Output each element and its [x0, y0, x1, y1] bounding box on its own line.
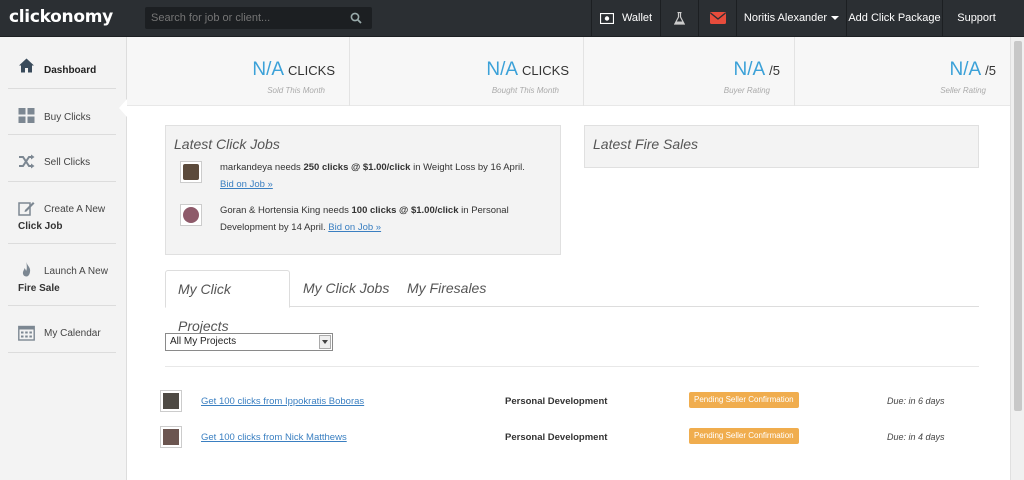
- status-badge: Pending Seller Confirmation: [689, 428, 799, 444]
- sidebar-item-sublabel: Fire Sale: [18, 283, 60, 294]
- latest-fire-sales-panel: Latest Fire Sales: [584, 125, 979, 168]
- sidebar-item-buy-clicks[interactable]: Buy Clicks: [8, 89, 116, 135]
- bid-on-job-link[interactable]: Bid on Job »: [328, 222, 381, 233]
- stats-bar: N/A CLICKS Sold This Month N/A CLICKS Boug…: [127, 37, 1010, 106]
- wallet-button[interactable]: Wallet: [591, 0, 660, 37]
- stat-value: N/A: [252, 59, 285, 80]
- stat-unit: /5: [769, 63, 780, 78]
- stat-caption: Bought This Month: [491, 86, 559, 95]
- sidebar-item-create-click-job[interactable]: Create A New Click Job: [8, 182, 116, 244]
- stat-value: N/A: [486, 59, 519, 80]
- stat-unit: CLICKS: [522, 63, 569, 78]
- search-box: [145, 7, 372, 29]
- list-item: Goran & Hortensia King needs 100 clicks …: [180, 202, 550, 242]
- sidebar-item-label: Sell Clicks: [44, 157, 91, 168]
- sidebar-item-launch-fire-sale[interactable]: Launch A New Fire Sale: [8, 244, 116, 306]
- stat-value: N/A: [949, 59, 982, 80]
- sidebar-item-label: Launch A New: [44, 266, 108, 277]
- project-link[interactable]: Get 100 clicks from Nick Matthews: [201, 432, 347, 443]
- avatar[interactable]: [160, 390, 182, 412]
- select-value: All My Projects: [170, 336, 237, 347]
- due-date: Due: in 6 days: [887, 396, 945, 406]
- support-link[interactable]: Support: [942, 0, 1010, 37]
- status-badge: Pending Seller Confirmation: [689, 392, 799, 408]
- logo[interactable]: clickonomy: [9, 7, 113, 27]
- project-filter-select[interactable]: All My Projects: [165, 333, 333, 351]
- user-name: Noritis Alexander: [743, 12, 828, 24]
- job-amount: 250 clicks @ $1.00/click: [303, 162, 411, 173]
- chevron-down-icon: [831, 16, 840, 21]
- panel-title: Latest Fire Sales: [593, 136, 699, 152]
- stat-clicks-sold: N/A CLICKS Sold This Month: [127, 37, 350, 106]
- top-navbar: clickonomy Wallet Noritis Alexander Add …: [0, 0, 1024, 37]
- flask-icon: [673, 11, 686, 25]
- avatar[interactable]: [180, 204, 202, 226]
- tab-my-click-jobs[interactable]: My Click Jobs: [291, 270, 401, 307]
- project-category: Personal Development: [505, 432, 608, 443]
- fire-icon: [22, 262, 31, 277]
- latest-click-jobs-panel: Latest Click Jobs markandeya needs 250 c…: [165, 125, 561, 255]
- sidebar-item-sell-clicks[interactable]: Sell Clicks: [8, 135, 116, 182]
- stat-unit: /5: [985, 63, 996, 78]
- grid-icon: [18, 108, 35, 123]
- shuffle-icon: [19, 154, 35, 169]
- mail-icon: [709, 12, 726, 25]
- project-link[interactable]: Get 100 clicks from Ippokratis Boboras: [201, 396, 364, 407]
- stat-buyer-rating: N/A/5 Buyer Rating: [584, 37, 795, 106]
- stat-seller-rating: N/A/5 Seller Rating: [795, 37, 1010, 106]
- home-icon: [19, 58, 34, 73]
- sidebar: Dashboard Buy Clicks Sell Clicks Create …: [0, 37, 127, 480]
- sidebar-item-label: Dashboard: [44, 65, 97, 76]
- table-row: Get 100 clicks from Nick Matthews Person…: [160, 426, 980, 450]
- stat-caption: Buyer Rating: [723, 86, 770, 95]
- stat-unit: CLICKS: [288, 63, 335, 78]
- project-category: Personal Development: [505, 396, 608, 407]
- add-click-package-button[interactable]: Add Click Package: [846, 0, 942, 37]
- labs-button[interactable]: [660, 0, 698, 37]
- scrollbar[interactable]: [1010, 37, 1024, 480]
- job-user: markandeya: [220, 162, 273, 173]
- sidebar-item-sublabel: Click Job: [18, 221, 63, 232]
- search-icon[interactable]: [350, 12, 362, 24]
- divider: [165, 366, 979, 367]
- sidebar-item-label: Buy Clicks: [44, 112, 91, 123]
- job-user: Goran & Hortensia King: [220, 205, 321, 216]
- list-item: markandeya needs 250 clicks @ $1.00/clic…: [180, 159, 550, 199]
- table-row: Get 100 clicks from Ippokratis Boboras P…: [160, 390, 980, 414]
- tab-my-firesales[interactable]: My Firesales: [395, 270, 498, 307]
- stat-caption: Sold This Month: [267, 86, 325, 95]
- messages-button[interactable]: [698, 0, 736, 37]
- sidebar-item-label: My Calendar: [44, 328, 101, 339]
- job-amount: 100 clicks @ $1.00/click: [351, 205, 459, 216]
- tab-my-click-projects[interactable]: My Click Projects: [165, 270, 290, 334]
- calendar-icon: [18, 325, 35, 341]
- chevron-down-icon[interactable]: [319, 335, 331, 349]
- stat-value: N/A: [733, 59, 766, 80]
- job-text: needs: [320, 205, 352, 216]
- sidebar-item-my-calendar[interactable]: My Calendar: [8, 306, 116, 353]
- job-details: in Weight Loss by 16 April.: [410, 162, 525, 173]
- job-text: needs: [272, 162, 304, 173]
- sidebar-item-dashboard[interactable]: Dashboard: [8, 37, 116, 89]
- edit-icon: [18, 202, 35, 216]
- avatar[interactable]: [160, 426, 182, 448]
- bid-on-job-link[interactable]: Bid on Job »: [220, 179, 273, 190]
- wallet-icon: [599, 12, 614, 24]
- wallet-label: Wallet: [621, 12, 653, 24]
- search-input[interactable]: [145, 7, 345, 29]
- stat-clicks-bought: N/A CLICKS Bought This Month: [350, 37, 584, 106]
- sidebar-item-label: Create A New: [44, 204, 106, 215]
- avatar[interactable]: [180, 161, 202, 183]
- stat-caption: Seller Rating: [940, 86, 986, 95]
- due-date: Due: in 4 days: [887, 432, 945, 442]
- active-indicator: [119, 99, 127, 117]
- user-menu[interactable]: Noritis Alexander: [736, 0, 846, 37]
- panel-title: Latest Click Jobs: [174, 136, 280, 152]
- project-tabs: My Click Projects My Click Jobs My Fires…: [165, 270, 979, 334]
- scrollbar-thumb[interactable]: [1014, 41, 1022, 411]
